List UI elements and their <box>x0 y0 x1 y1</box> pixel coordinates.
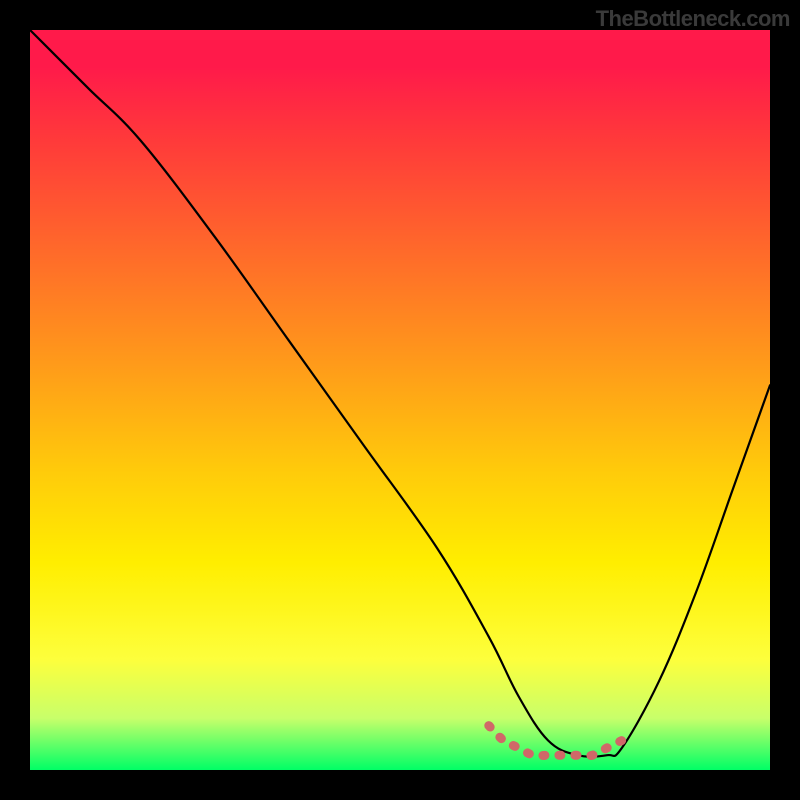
attribution-label: TheBottleneck.com <box>596 6 790 32</box>
chart-container: TheBottleneck.com <box>0 0 800 800</box>
gradient-background <box>30 30 770 770</box>
plot-area <box>30 30 770 770</box>
